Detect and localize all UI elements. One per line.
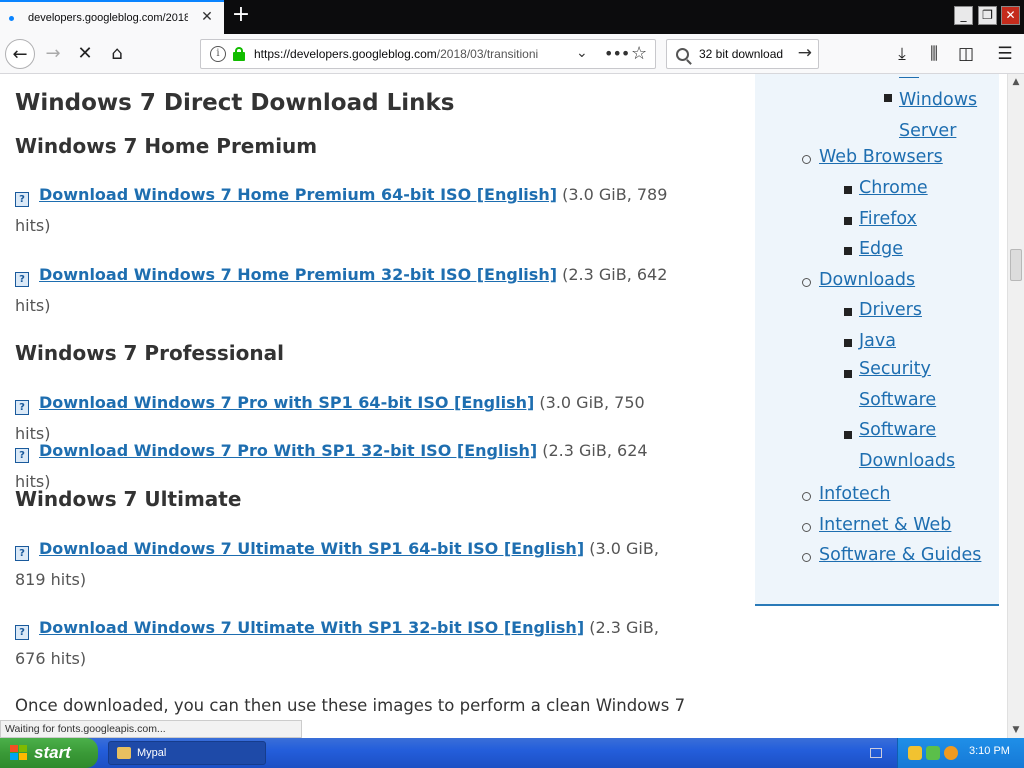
- bullet-square-icon: [844, 186, 852, 194]
- sidebar-item-windows-server[interactable]: Windows Server: [899, 85, 979, 147]
- scrollbar-thumb[interactable]: [1010, 249, 1022, 281]
- download-link[interactable]: Download Windows 7 Ultimate With SP1 32-…: [39, 618, 584, 637]
- page-content: Windows 7 Direct Download Links Windows …: [0, 74, 1007, 738]
- forward-button[interactable]: →: [38, 39, 68, 69]
- bullet-circle-icon: [802, 155, 811, 164]
- close-tab-icon[interactable]: ✕: [200, 10, 214, 24]
- taskbar-app-label: Mypal: [137, 747, 167, 759]
- file-type-icon: ?: [15, 448, 29, 463]
- library-icon[interactable]: ⫼: [922, 42, 946, 66]
- sidebar-item-chrome[interactable]: Chrome: [859, 178, 928, 198]
- security-shield-icon[interactable]: [908, 746, 922, 760]
- sidebar-item-software-downloads[interactable]: Software Downloads: [859, 415, 959, 477]
- sidebar-item-edge[interactable]: Edge: [859, 239, 903, 259]
- sidebar-item-infotech[interactable]: Infotech: [819, 484, 890, 504]
- search-input[interactable]: 32 bit download: [699, 47, 783, 61]
- tab-bar: developers.googleblog.com/2018/ ✕ + _ ❐ …: [0, 0, 1024, 34]
- search-go-icon[interactable]: →: [798, 43, 812, 63]
- sidebar-item-java[interactable]: Java: [859, 331, 896, 351]
- page-actions-icon[interactable]: •••: [604, 44, 630, 63]
- url-host: https://developers.googleblog.com: [254, 47, 437, 61]
- file-type-icon: ?: [15, 546, 29, 561]
- download-link[interactable]: Download Windows 7 Pro With SP1 32-bit I…: [39, 441, 537, 460]
- bullet-circle-icon: [802, 553, 811, 562]
- download-link[interactable]: Download Windows 7 Home Premium 64-bit I…: [39, 185, 557, 204]
- bullet-circle-icon: [802, 278, 811, 287]
- page-heading: Windows 7 Direct Download Links: [15, 90, 455, 116]
- stop-loading-button[interactable]: ✕: [70, 39, 100, 69]
- new-tab-button[interactable]: +: [230, 4, 252, 28]
- clipped-link-underline: [899, 74, 919, 78]
- page-scrollbar[interactable]: ▲ ▼: [1007, 74, 1024, 738]
- sidebar-item-downloads[interactable]: Downloads: [819, 270, 915, 290]
- bullet-square-icon: [844, 308, 852, 316]
- windows-taskbar: start Mypal 3:10 PM: [0, 738, 1024, 768]
- scroll-down-icon[interactable]: ▼: [1008, 722, 1024, 738]
- bullet-circle-icon: [802, 492, 811, 501]
- address-bar[interactable]: i https://developers.googleblog.com/2018…: [200, 39, 656, 69]
- close-window-button[interactable]: ✕: [1001, 6, 1020, 25]
- body-paragraph: Once downloaded, you can then use these …: [15, 696, 686, 715]
- section-title: Windows 7 Home Premium: [15, 134, 318, 158]
- bullet-square-icon: [844, 339, 852, 347]
- minimize-window-button[interactable]: _: [954, 6, 973, 25]
- url-dropdown-icon[interactable]: ⌄: [576, 45, 588, 61]
- downloads-icon[interactable]: ⤓: [890, 42, 914, 66]
- sidebar-item-firefox[interactable]: Firefox: [859, 209, 917, 229]
- download-item: ? Download Windows 7 Ultimate With SP1 32…: [15, 612, 685, 674]
- url-text[interactable]: https://developers.googleblog.com/2018/0…: [254, 47, 564, 61]
- url-path: /2018/03/transitioni: [436, 47, 539, 61]
- sidebar-item-security-software[interactable]: Security Software: [859, 354, 959, 416]
- secure-lock-icon: [232, 47, 246, 61]
- taskbar-app-mypal[interactable]: Mypal: [108, 741, 266, 765]
- hamburger-menu-icon[interactable]: ☰: [993, 42, 1017, 66]
- section-title: Windows 7 Professional: [15, 341, 284, 365]
- file-type-icon: ?: [15, 625, 29, 640]
- start-button[interactable]: start: [0, 738, 98, 768]
- bullet-square-icon: [844, 370, 852, 378]
- sidebar-item-drivers[interactable]: Drivers: [859, 300, 922, 320]
- navigation-toolbar: ← → ✕ ⌂ i https://developers.googleblog.…: [0, 34, 1024, 74]
- bookmark-star-icon[interactable]: ☆: [631, 43, 647, 64]
- keyboard-icon[interactable]: [870, 748, 882, 758]
- download-link[interactable]: Download Windows 7 Ultimate With SP1 64-…: [39, 539, 584, 558]
- windows-flag-icon: [10, 745, 28, 761]
- bullet-square-icon: [844, 217, 852, 225]
- sidebar-nav: Windows Server Web Browsers Chrome Firef…: [755, 74, 999, 606]
- back-button[interactable]: ←: [5, 39, 35, 69]
- section-title: Windows 7 Ultimate: [15, 487, 242, 511]
- scroll-up-icon[interactable]: ▲: [1008, 74, 1024, 90]
- sidebar-item-web-browsers[interactable]: Web Browsers: [819, 147, 943, 167]
- download-item: ? Download Windows 7 Ultimate With SP1 64…: [15, 533, 685, 595]
- sidebar-toggle-icon[interactable]: ◫: [954, 42, 978, 66]
- search-tray-icon[interactable]: [944, 746, 958, 760]
- mypal-app-icon: [117, 747, 131, 759]
- loading-indicator-icon: [9, 15, 14, 21]
- clock: 3:10 PM: [969, 745, 1010, 757]
- download-item: ? Download Windows 7 Home Premium 32-bit …: [15, 259, 685, 321]
- restore-window-button[interactable]: ❐: [978, 6, 997, 25]
- download-item: ? Download Windows 7 Home Premium 64-bit …: [15, 179, 685, 241]
- search-bar[interactable]: 32 bit download →: [666, 39, 819, 69]
- network-icon[interactable]: [926, 746, 940, 760]
- bullet-square-icon: [844, 247, 852, 255]
- bullet-circle-icon: [802, 523, 811, 532]
- bullet-square-icon: [884, 94, 892, 102]
- start-label: start: [34, 743, 71, 762]
- search-icon: [676, 47, 689, 61]
- bullet-square-icon: [844, 431, 852, 439]
- download-link[interactable]: Download Windows 7 Home Premium 32-bit I…: [39, 265, 557, 284]
- download-link[interactable]: Download Windows 7 Pro with SP1 64-bit I…: [39, 393, 534, 412]
- system-tray: 3:10 PM: [897, 738, 1024, 768]
- home-button[interactable]: ⌂: [102, 39, 132, 69]
- file-type-icon: ?: [15, 400, 29, 415]
- file-type-icon: ?: [15, 192, 29, 207]
- file-type-icon: ?: [15, 272, 29, 287]
- status-bar: Waiting for fonts.googleapis.com...: [0, 720, 302, 738]
- tab-title: developers.googleblog.com/2018/: [28, 12, 188, 24]
- sidebar-item-software-guides[interactable]: Software & Guides: [819, 545, 981, 565]
- browser-tab[interactable]: developers.googleblog.com/2018/ ✕: [0, 0, 224, 34]
- site-info-icon[interactable]: i: [210, 46, 226, 62]
- sidebar-item-internet-web[interactable]: Internet & Web: [819, 515, 951, 535]
